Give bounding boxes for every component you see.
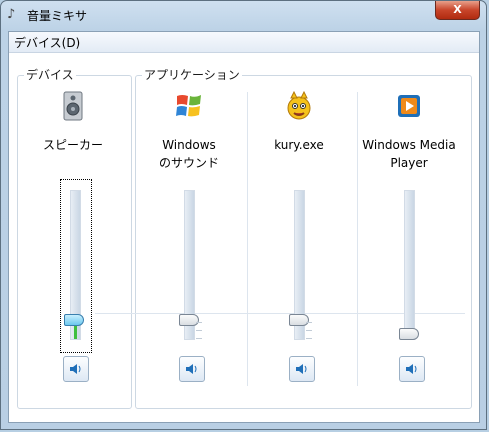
speaker-slider-thumb[interactable]: [64, 314, 84, 326]
close-button[interactable]: X: [435, 1, 480, 20]
speaker-mute-button[interactable]: [63, 356, 89, 382]
speaker-icon: [63, 91, 83, 121]
media-player-icon: [398, 95, 420, 117]
channel-name: スピーカー: [42, 138, 103, 152]
menu-device[interactable]: デバイス(D): [14, 34, 80, 51]
speaker-title-icon: ♪: [7, 7, 16, 22]
volume-icon: [70, 364, 81, 374]
media-player-slider-track[interactable]: [404, 190, 415, 340]
volume-icon: [406, 364, 417, 374]
windows-sounds-mute-button[interactable]: [179, 356, 205, 382]
volume-mixer-window: ♪ 音量ミキサ X デバイス(D) デバイス アプリケーション スピーカー Wi…: [0, 0, 487, 430]
client-area: デバイス(D) デバイス アプリケーション スピーカー Windows のサウン…: [8, 31, 480, 423]
channel-name: kury.exe: [274, 138, 324, 152]
applications-group-label: アプリケーション: [142, 68, 242, 82]
kury-mascot-icon: [287, 90, 311, 120]
volume-icon: [186, 364, 197, 374]
media-player-slider-thumb[interactable]: [399, 328, 419, 340]
slider-ticks: [196, 322, 202, 342]
volume-icon: [296, 364, 307, 374]
slider-ticks: [306, 322, 312, 342]
device-group-label: デバイス: [24, 68, 76, 82]
windows-logo-icon: [176, 95, 201, 117]
media-player-mute-button[interactable]: [399, 356, 425, 382]
kury-mute-button[interactable]: [289, 356, 315, 382]
channel-name: Windows のサウンド: [158, 138, 219, 170]
menu-bar: デバイス(D): [9, 32, 479, 53]
channel-name: Windows Media Player: [362, 138, 456, 170]
speaker-level-fill: [74, 325, 77, 339]
window-title: 音量ミキサ: [27, 9, 88, 23]
title-bar[interactable]: ♪ 音量ミキサ X: [1, 1, 486, 29]
